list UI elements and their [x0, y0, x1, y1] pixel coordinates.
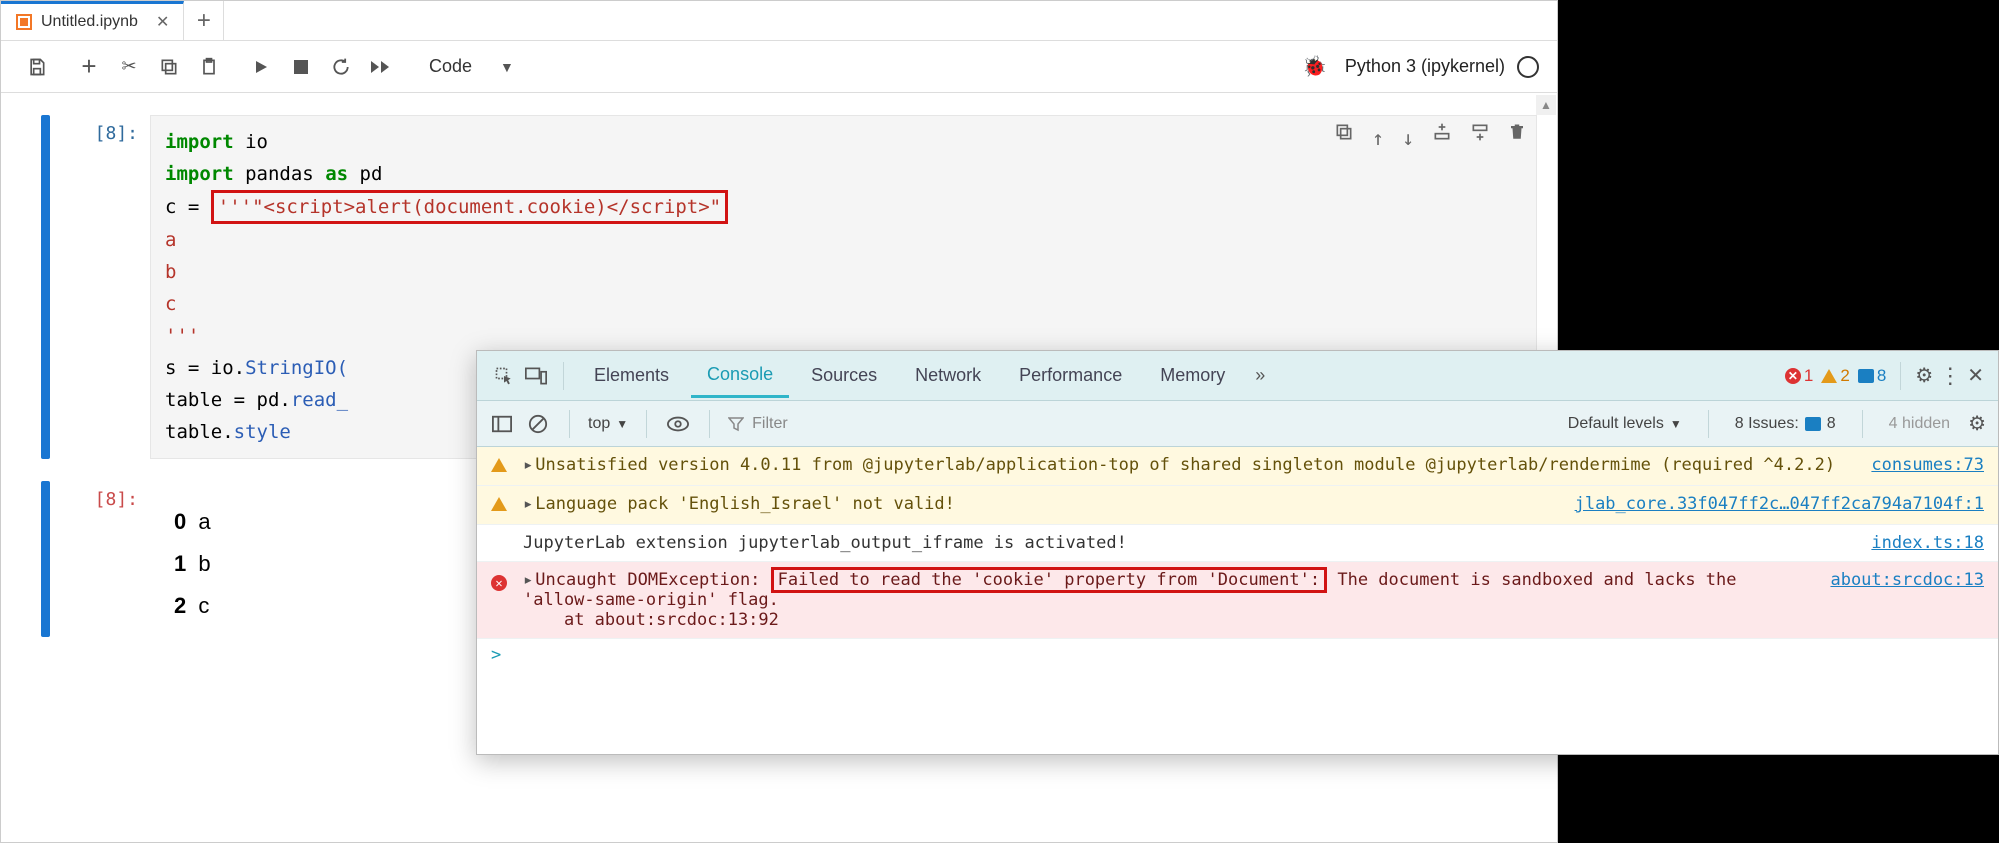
code-token: b	[165, 256, 1522, 288]
celltype-dropdown[interactable]: Code ▼	[415, 56, 528, 77]
cell-toolbar: ↑ ↓	[1334, 122, 1526, 154]
run-icon[interactable]	[243, 49, 279, 85]
warning-icon	[491, 494, 511, 516]
tab-add-button[interactable]: +	[184, 1, 224, 40]
kernel-name[interactable]: Python 3 (ipykernel)	[1345, 56, 1505, 77]
gear-icon[interactable]: ⚙	[1915, 363, 1933, 388]
chevron-down-icon: ▼	[500, 59, 514, 75]
warning-icon	[491, 455, 511, 477]
console-body: ▸Unsatisfied version 4.0.11 from @jupyte…	[477, 447, 1998, 754]
cell-prompt-out: [8]:	[60, 481, 150, 510]
code-token: c	[165, 288, 1522, 320]
code-token: read_	[291, 389, 348, 411]
code-token: StringIO(	[245, 357, 348, 379]
tab-bar: Untitled.ipynb ✕ +	[1, 1, 1557, 41]
tab-sources[interactable]: Sources	[795, 355, 893, 396]
add-cell-icon[interactable]: +	[71, 49, 107, 85]
celltype-label: Code	[429, 56, 472, 77]
console-filterbar: top ▼ Filter Default levels ▼ 8 Issues: …	[477, 401, 1998, 447]
issues-icon	[1805, 417, 1821, 431]
cell-prompt-in: [8]:	[60, 115, 150, 144]
tab-memory[interactable]: Memory	[1144, 355, 1241, 396]
code-token: import	[165, 163, 234, 185]
error-icon: ✕	[491, 570, 511, 592]
code-token: a	[165, 224, 1522, 256]
insert-above-icon[interactable]	[1432, 122, 1452, 154]
tab-untitled[interactable]: Untitled.ipynb ✕	[1, 1, 184, 40]
error-count-icon: ✕	[1785, 368, 1801, 384]
code-token: c =	[165, 196, 211, 218]
chevron-down-icon: ▼	[616, 417, 628, 431]
console-prompt[interactable]: >	[477, 639, 1998, 671]
filter-placeholder: Filter	[752, 415, 788, 433]
chevron-down-icon: ▼	[1670, 417, 1682, 431]
filter-input[interactable]: Filter	[728, 415, 1558, 433]
duplicate-icon[interactable]	[1334, 122, 1354, 154]
copy-icon[interactable]	[151, 49, 187, 85]
console-message-warning[interactable]: ▸Unsatisfied version 4.0.11 from @jupyte…	[477, 447, 1998, 486]
code-token: io	[245, 131, 268, 153]
insert-below-icon[interactable]	[1470, 122, 1490, 154]
sidebar-toggle-icon[interactable]	[489, 411, 515, 437]
code-token: as	[325, 163, 348, 185]
console-gear-icon[interactable]: ⚙	[1968, 411, 1986, 436]
code-token: style	[234, 421, 291, 443]
fast-forward-icon[interactable]	[363, 49, 399, 85]
highlighted-error-text: Failed to read the 'cookie' property fro…	[771, 567, 1327, 593]
console-message-error[interactable]: ✕ ▸Uncaught DOMException: Failed to read…	[477, 562, 1998, 639]
paste-icon[interactable]	[191, 49, 227, 85]
code-token: pd	[360, 163, 383, 185]
live-expression-icon[interactable]	[665, 411, 691, 437]
code-token: table.	[165, 421, 234, 443]
devtools-panel: Elements Console Sources Network Perform…	[476, 350, 1999, 755]
hidden-count[interactable]: 4 hidden	[1889, 415, 1950, 433]
context-selector[interactable]: top ▼	[588, 415, 628, 433]
scroll-up-icon[interactable]: ▲	[1536, 95, 1556, 115]
kernel-status-icon[interactable]	[1517, 56, 1539, 78]
tab-elements[interactable]: Elements	[578, 355, 685, 396]
clear-console-icon[interactable]	[525, 411, 551, 437]
code-token: s = io.	[165, 357, 245, 379]
source-link[interactable]: about:srcdoc:13	[1830, 570, 1984, 590]
console-message-log[interactable]: JupyterLab extension jupyterlab_output_i…	[477, 525, 1998, 562]
console-message-warning[interactable]: ▸Language pack 'English_Israel' not vali…	[477, 486, 1998, 525]
source-link[interactable]: consumes:73	[1871, 455, 1984, 475]
code-token: '''	[165, 320, 1522, 352]
cell-selection-bar	[41, 481, 50, 637]
issues-button[interactable]: 8 Issues: 8	[1735, 415, 1836, 433]
restart-icon[interactable]	[323, 49, 359, 85]
stop-icon[interactable]	[283, 49, 319, 85]
message-count-icon	[1858, 369, 1874, 383]
cut-icon[interactable]: ✂	[111, 49, 147, 85]
notebook-icon	[15, 13, 33, 31]
devtools-tabbar: Elements Console Sources Network Perform…	[477, 351, 1998, 401]
issue-counts[interactable]: ✕1 2 8	[1785, 366, 1886, 386]
log-levels-dropdown[interactable]: Default levels ▼	[1568, 415, 1682, 433]
tab-console[interactable]: Console	[691, 354, 789, 398]
delete-icon[interactable]	[1508, 122, 1526, 154]
close-icon[interactable]: ✕	[1967, 363, 1984, 388]
save-icon[interactable]	[19, 49, 55, 85]
code-token: import	[165, 131, 234, 153]
device-icon[interactable]	[523, 363, 549, 389]
more-tabs-icon[interactable]: »	[1247, 365, 1273, 386]
notebook-toolbar: + ✂ Code ▼ 🐞 Python 3 (ipykernel)	[1, 41, 1557, 93]
inspect-icon[interactable]	[491, 363, 517, 389]
move-up-icon[interactable]: ↑	[1372, 122, 1384, 154]
kebab-icon[interactable]: ⋮	[1939, 363, 1961, 389]
move-down-icon[interactable]: ↓	[1402, 122, 1414, 154]
code-token: pandas	[245, 163, 314, 185]
tab-title: Untitled.ipynb	[41, 13, 138, 31]
source-link[interactable]: jlab_core.33f047ff2c…047ff2ca794a7104f:1	[1575, 494, 1984, 514]
warning-count-icon	[1821, 369, 1837, 383]
highlighted-xss-string: '''"<script>alert(document.cookie)</scri…	[211, 190, 728, 224]
code-token: table = pd.	[165, 389, 291, 411]
bug-icon[interactable]: 🐞	[1302, 54, 1327, 79]
tab-close-icon[interactable]: ✕	[156, 12, 169, 32]
tab-performance[interactable]: Performance	[1003, 355, 1138, 396]
funnel-icon	[728, 416, 744, 432]
source-link[interactable]: index.ts:18	[1871, 533, 1984, 553]
tab-network[interactable]: Network	[899, 355, 997, 396]
cell-selection-bar	[41, 115, 50, 459]
